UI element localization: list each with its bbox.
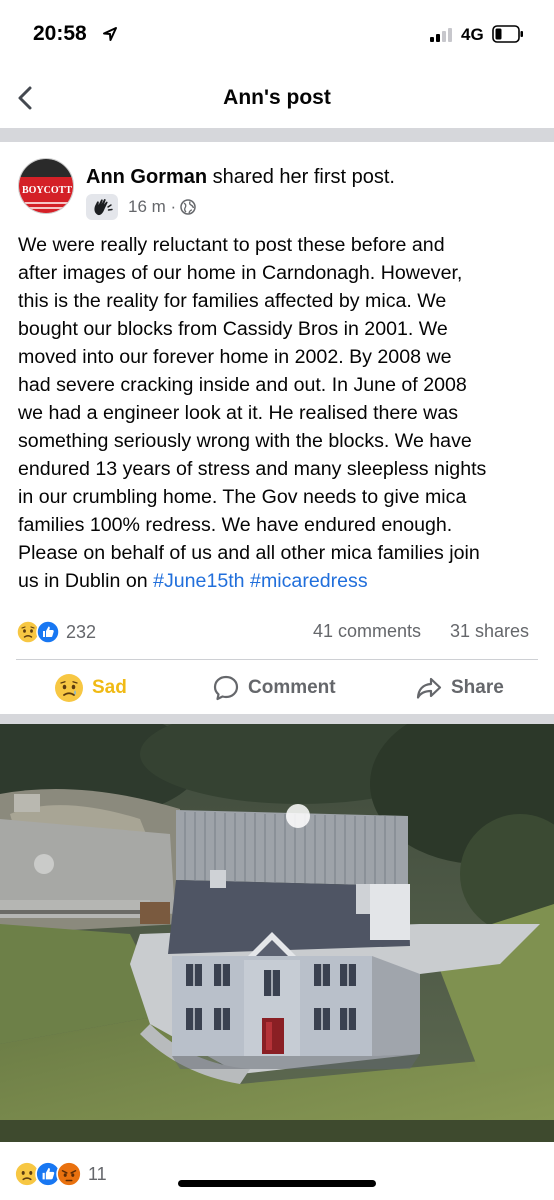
- post-photo[interactable]: [0, 724, 554, 1142]
- status-bar: 20:58 4G: [0, 0, 554, 70]
- post-body-last-line: us in Dublin on #June15th #micaredress: [18, 567, 538, 595]
- post-meta: 16 m ·: [86, 194, 196, 220]
- avatar[interactable]: BOYCOTT: [18, 158, 74, 214]
- post-body-line: after images of our home in Carndonagh. …: [18, 262, 463, 284]
- globe-icon: [180, 199, 196, 215]
- post-body-line: something seriously wrong with the block…: [18, 430, 472, 452]
- post-body-line: bought our blocks from Cassidy Bros in 2…: [18, 318, 448, 340]
- sad-face-icon: [55, 674, 83, 702]
- action-divider: [16, 659, 538, 660]
- avatar-image: BOYCOTT: [19, 159, 73, 213]
- comment-label: Comment: [248, 677, 336, 698]
- location-arrow-icon: [103, 27, 117, 41]
- share-label: Share: [451, 677, 504, 698]
- post-body-line: endured 13 years of stress and many slee…: [18, 458, 487, 480]
- post-body-line: had severe cracking inside and out. In J…: [18, 374, 467, 396]
- sad-button[interactable]: Sad: [54, 672, 127, 704]
- comment-icon: [213, 675, 239, 701]
- post-body-line: We were really reluctant to post these b…: [18, 234, 445, 256]
- hashtag-link[interactable]: #June15th: [153, 570, 245, 592]
- author-action-text: shared her first post.: [207, 166, 395, 188]
- signal-icon: [430, 26, 456, 42]
- post-time: 16 m ·: [128, 197, 177, 216]
- post-body-line: we had a engineer look at it. He realise…: [18, 402, 459, 424]
- home-indicator[interactable]: [178, 1180, 376, 1187]
- hashtag-link[interactable]: #micaredress: [250, 570, 368, 592]
- share-icon: [416, 677, 442, 699]
- post-body-line: in our crumbling home. The Gov needs to …: [18, 486, 467, 508]
- post-body-line: Please on behalf of us and all other mic…: [18, 542, 480, 564]
- battery-icon: [492, 25, 523, 43]
- comment-button[interactable]: Comment: [212, 672, 336, 704]
- page-title: Ann's post: [223, 86, 331, 109]
- shares-count[interactable]: 31 shares: [450, 621, 529, 642]
- header-divider: [0, 128, 554, 142]
- status-time: 20:58: [33, 22, 87, 45]
- post-body-line: families 100% redress. We have endured e…: [18, 514, 453, 536]
- reaction-count: 232: [66, 621, 97, 642]
- network-label: 4G: [461, 25, 484, 44]
- post-body: We were really reluctant to post these b…: [18, 231, 538, 595]
- share-button[interactable]: Share: [415, 672, 504, 704]
- photo-reaction-count: 11: [88, 1163, 107, 1184]
- nav-header: Ann's post: [0, 70, 554, 130]
- photo-reaction-summary[interactable]: 11: [14, 1160, 107, 1188]
- house-aerial-photo: [0, 724, 554, 1142]
- section-divider: [0, 714, 554, 724]
- like-reaction-icon: [36, 620, 60, 644]
- new-member-wave-icon[interactable]: [86, 194, 118, 220]
- reaction-summary[interactable]: 232: [16, 619, 96, 645]
- post-body-line: us in Dublin on: [18, 570, 154, 592]
- comments-count[interactable]: 41 comments: [313, 621, 421, 642]
- angry-reaction-icon: [56, 1161, 82, 1187]
- post-author-line: Ann Gorman shared her first post.: [86, 166, 395, 189]
- post-body-line: this is the reality for families affecte…: [18, 290, 447, 312]
- avatar-logo-text: BOYCOTT: [22, 185, 72, 196]
- author-name[interactable]: Ann Gorman: [86, 166, 207, 188]
- sad-label: Sad: [92, 677, 127, 698]
- post-body-line: moved into our forever home in 2002. By …: [18, 346, 452, 368]
